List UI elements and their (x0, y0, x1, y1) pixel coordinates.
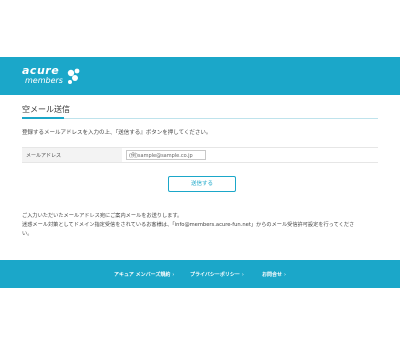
title-divider (22, 118, 378, 119)
footer-link-label: お問合せ (262, 272, 283, 278)
logo-drops-icon (67, 68, 80, 84)
logo-subword: members (25, 76, 63, 85)
email-label: メールアドレス (26, 153, 62, 159)
site-footer: アキュア メンバーズ規約 › プライバシーポリシー › お問合せ › (0, 260, 400, 288)
footer-link-label: アキュア メンバーズ規約 (114, 272, 171, 278)
email-label-cell: メールアドレス (22, 148, 122, 162)
footer-link-label: プライバシーポリシー (190, 272, 240, 278)
send-button[interactable]: 送信する (168, 176, 236, 192)
chevron-right-icon: › (241, 272, 244, 278)
note-line-2: 迷惑メール対策としてドメイン指定受信をされているお客様は、「info@membe… (22, 222, 355, 228)
email-input[interactable] (126, 150, 206, 160)
page-title: 空メール送信 (22, 105, 70, 114)
chevron-right-icon: › (172, 272, 175, 278)
footer-link-privacy[interactable]: プライバシーポリシー › (190, 271, 244, 278)
chevron-right-icon: › (284, 272, 287, 278)
note-line-3: い。 (22, 231, 33, 237)
footer-link-terms[interactable]: アキュア メンバーズ規約 › (114, 271, 174, 278)
note-line-1: ご入力いただいたメールアドレス宛にご案内メールをお送りします。 (22, 213, 183, 219)
instruction-text: 登録するメールアドレスを入力の上、『送信する』ボタンを押してください。 (22, 130, 212, 136)
email-form-row: メールアドレス (22, 147, 378, 163)
title-divider-accent (22, 117, 64, 119)
footer-link-contact[interactable]: お問合せ › (262, 271, 286, 278)
acure-members-logo[interactable]: acure members (22, 65, 82, 89)
site-header: acure members (0, 57, 400, 95)
